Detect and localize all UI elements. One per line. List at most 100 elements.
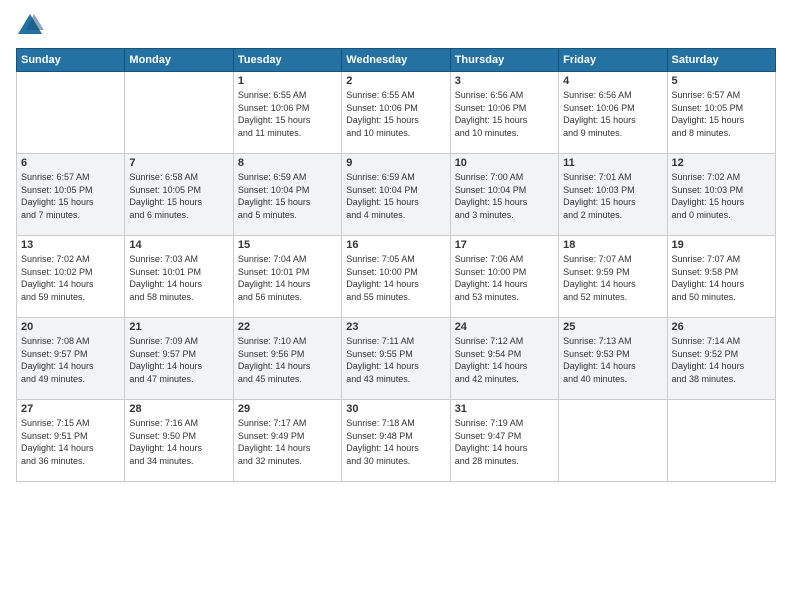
day-info: Sunrise: 7:00 AMSunset: 10:04 PMDaylight… — [455, 171, 554, 221]
calendar-day-12: 12 Sunrise: 7:02 AMSunset: 10:03 PMDaylig… — [667, 154, 775, 236]
day-info: Sunrise: 7:10 AMSunset: 9:56 PMDaylight:… — [238, 335, 337, 385]
day-number: 4 — [563, 75, 662, 87]
calendar-day-2: 2 Sunrise: 6:55 AMSunset: 10:06 PMDayligh… — [342, 72, 450, 154]
day-number: 31 — [455, 403, 554, 415]
calendar-day-4: 4 Sunrise: 6:56 AMSunset: 10:06 PMDayligh… — [559, 72, 667, 154]
day-info: Sunrise: 7:06 AMSunset: 10:00 PMDaylight… — [455, 253, 554, 303]
day-number: 29 — [238, 403, 337, 415]
calendar-day-9: 9 Sunrise: 6:59 AMSunset: 10:04 PMDayligh… — [342, 154, 450, 236]
day-number: 9 — [346, 157, 445, 169]
day-info: Sunrise: 7:05 AMSunset: 10:00 PMDaylight… — [346, 253, 445, 303]
col-header-friday: Friday — [559, 49, 667, 72]
calendar-day-11: 11Sunrise: 7:01 AMSunset: 10:03 PMDaylig… — [559, 154, 667, 236]
day-number: 6 — [21, 157, 120, 169]
day-number: 27 — [21, 403, 120, 415]
calendar-day-3: 3Sunrise: 6:56 AMSunset: 10:06 PMDayligh… — [450, 72, 558, 154]
day-number: 19 — [672, 239, 771, 251]
day-info: Sunrise: 7:14 AMSunset: 9:52 PMDaylight:… — [672, 335, 771, 385]
day-number: 1 — [238, 75, 337, 87]
page: SundayMondayTuesdayWednesdayThursdayFrid… — [0, 0, 792, 612]
day-number: 3 — [455, 75, 554, 87]
calendar-day-13: 13 Sunrise: 7:02 AMSunset: 10:02 PMDaylig… — [17, 236, 125, 318]
calendar-day-22: 22 Sunrise: 7:10 AMSunset: 9:56 PMDayligh… — [233, 318, 341, 400]
day-info: Sunrise: 7:12 AMSunset: 9:54 PMDaylight:… — [455, 335, 554, 385]
calendar-header-row: SundayMondayTuesdayWednesdayThursdayFrid… — [17, 49, 776, 72]
day-number: 18 — [563, 239, 662, 251]
calendar-day-17: 17 Sunrise: 7:06 AMSunset: 10:00 PMDaylig… — [450, 236, 558, 318]
calendar-day-30: 30 Sunrise: 7:18 AMSunset: 9:48 PMDayligh… — [342, 400, 450, 482]
empty-cell — [17, 72, 125, 154]
calendar-day-25: 25 Sunrise: 7:13 AMSunset: 9:53 PMDayligh… — [559, 318, 667, 400]
day-info: Sunrise: 7:07 AMSunset: 9:58 PMDaylight:… — [672, 253, 771, 303]
calendar-day-20: 20Sunrise: 7:08 AMSunset: 9:57 PMDayligh… — [17, 318, 125, 400]
day-number: 15 — [238, 239, 337, 251]
day-number: 20 — [21, 321, 120, 333]
col-header-thursday: Thursday — [450, 49, 558, 72]
calendar-day-26: 26 Sunrise: 7:14 AMSunset: 9:52 PMDayligh… — [667, 318, 775, 400]
day-info: Sunrise: 7:17 AMSunset: 9:49 PMDaylight:… — [238, 417, 337, 467]
day-info: Sunrise: 7:07 AMSunset: 9:59 PMDaylight:… — [563, 253, 662, 303]
calendar-day-1: 1 Sunrise: 6:55 AMSunset: 10:06 PMDayligh… — [233, 72, 341, 154]
calendar-day-19: 19 Sunrise: 7:07 AMSunset: 9:58 PMDayligh… — [667, 236, 775, 318]
day-number: 24 — [455, 321, 554, 333]
calendar-day-21: 21Sunrise: 7:09 AMSunset: 9:57 PMDayligh… — [125, 318, 233, 400]
day-info: Sunrise: 6:58 AMSunset: 10:05 PMDaylight… — [129, 171, 228, 221]
day-number: 28 — [129, 403, 228, 415]
calendar-day-15: 15 Sunrise: 7:04 AMSunset: 10:01 PMDaylig… — [233, 236, 341, 318]
calendar-day-16: 16 Sunrise: 7:05 AMSunset: 10:00 PMDaylig… — [342, 236, 450, 318]
day-number: 30 — [346, 403, 445, 415]
empty-cell — [125, 72, 233, 154]
calendar-week-row: 27Sunrise: 7:15 AMSunset: 9:51 PMDayligh… — [17, 400, 776, 482]
col-header-tuesday: Tuesday — [233, 49, 341, 72]
calendar-week-row: 13 Sunrise: 7:02 AMSunset: 10:02 PMDaylig… — [17, 236, 776, 318]
day-info: Sunrise: 7:02 AMSunset: 10:03 PMDaylight… — [672, 171, 771, 221]
calendar-day-31: 31 Sunrise: 7:19 AMSunset: 9:47 PMDayligh… — [450, 400, 558, 482]
day-info: Sunrise: 7:13 AMSunset: 9:53 PMDaylight:… — [563, 335, 662, 385]
col-header-monday: Monday — [125, 49, 233, 72]
day-info: Sunrise: 7:16 AMSunset: 9:50 PMDaylight:… — [129, 417, 228, 467]
col-header-wednesday: Wednesday — [342, 49, 450, 72]
empty-cell — [559, 400, 667, 482]
calendar-day-7: 7 Sunrise: 6:58 AMSunset: 10:05 PMDayligh… — [125, 154, 233, 236]
day-info: Sunrise: 7:02 AMSunset: 10:02 PMDaylight… — [21, 253, 120, 303]
day-number: 16 — [346, 239, 445, 251]
day-info: Sunrise: 6:55 AMSunset: 10:06 PMDaylight… — [238, 89, 337, 139]
day-info: Sunrise: 6:56 AMSunset: 10:06 PMDaylight… — [563, 89, 662, 139]
calendar-day-10: 10 Sunrise: 7:00 AMSunset: 10:04 PMDaylig… — [450, 154, 558, 236]
day-info: Sunrise: 7:18 AMSunset: 9:48 PMDaylight:… — [346, 417, 445, 467]
day-number: 25 — [563, 321, 662, 333]
day-info: Sunrise: 6:59 AMSunset: 10:04 PMDaylight… — [238, 171, 337, 221]
day-number: 2 — [346, 75, 445, 87]
calendar-table: SundayMondayTuesdayWednesdayThursdayFrid… — [16, 48, 776, 482]
day-number: 17 — [455, 239, 554, 251]
calendar-day-24: 24 Sunrise: 7:12 AMSunset: 9:54 PMDayligh… — [450, 318, 558, 400]
day-number: 11 — [563, 157, 662, 169]
day-number: 23 — [346, 321, 445, 333]
day-number: 26 — [672, 321, 771, 333]
day-info: Sunrise: 6:57 AMSunset: 10:05 PMDaylight… — [672, 89, 771, 139]
empty-cell — [667, 400, 775, 482]
day-info: Sunrise: 7:04 AMSunset: 10:01 PMDaylight… — [238, 253, 337, 303]
calendar-day-8: 8 Sunrise: 6:59 AMSunset: 10:04 PMDayligh… — [233, 154, 341, 236]
day-info: Sunrise: 7:19 AMSunset: 9:47 PMDaylight:… — [455, 417, 554, 467]
calendar-day-23: 23Sunrise: 7:11 AMSunset: 9:55 PMDayligh… — [342, 318, 450, 400]
day-info: Sunrise: 7:03 AMSunset: 10:01 PMDaylight… — [129, 253, 228, 303]
day-number: 21 — [129, 321, 228, 333]
calendar-day-29: 29 Sunrise: 7:17 AMSunset: 9:49 PMDayligh… — [233, 400, 341, 482]
calendar-day-28: 28 Sunrise: 7:16 AMSunset: 9:50 PMDayligh… — [125, 400, 233, 482]
day-number: 13 — [21, 239, 120, 251]
day-number: 7 — [129, 157, 228, 169]
calendar-week-row: 1 Sunrise: 6:55 AMSunset: 10:06 PMDayligh… — [17, 72, 776, 154]
logo — [16, 12, 46, 40]
day-info: Sunrise: 6:55 AMSunset: 10:06 PMDaylight… — [346, 89, 445, 139]
calendar-day-6: 6Sunrise: 6:57 AMSunset: 10:05 PMDayligh… — [17, 154, 125, 236]
calendar-day-14: 14Sunrise: 7:03 AMSunset: 10:01 PMDaylig… — [125, 236, 233, 318]
calendar-day-5: 5 Sunrise: 6:57 AMSunset: 10:05 PMDayligh… — [667, 72, 775, 154]
day-info: Sunrise: 6:59 AMSunset: 10:04 PMDaylight… — [346, 171, 445, 221]
day-number: 12 — [672, 157, 771, 169]
day-number: 8 — [238, 157, 337, 169]
day-number: 10 — [455, 157, 554, 169]
day-number: 5 — [672, 75, 771, 87]
logo-icon — [16, 12, 44, 40]
day-number: 22 — [238, 321, 337, 333]
